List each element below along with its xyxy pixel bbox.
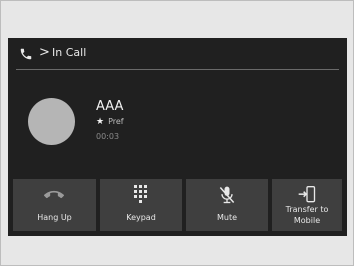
call-timer: 00:03	[96, 132, 120, 141]
hang-up-icon	[44, 190, 64, 199]
keypad-button[interactable]: Keypad	[100, 179, 182, 231]
transfer-to-mobile-label: Transfer to Mobile	[285, 205, 329, 225]
page-title: In Call	[52, 46, 87, 59]
call-screen: > In Call AAA ★ Pref 00:03 Hang Up Keypad	[8, 38, 347, 236]
header-bar: > In Call	[8, 38, 347, 69]
keypad-icon	[134, 185, 147, 203]
hang-up-label: Hang Up	[37, 213, 72, 222]
keypad-label: Keypad	[126, 213, 156, 222]
breadcrumb-chevron: >	[39, 45, 50, 60]
mute-icon	[219, 186, 235, 204]
pref-badge: ★ Pref	[96, 117, 124, 127]
star-icon: ★	[96, 117, 105, 127]
avatar	[28, 98, 75, 145]
transfer-icon	[298, 186, 316, 203]
mute-label: Mute	[216, 213, 238, 222]
mute-button[interactable]: Mute	[186, 179, 268, 231]
phone-icon	[20, 48, 32, 60]
device-frame: > In Call AAA ★ Pref 00:03 Hang Up Keypad	[0, 0, 354, 266]
transfer-to-mobile-button[interactable]: Transfer to Mobile	[272, 179, 342, 231]
hang-up-button[interactable]: Hang Up	[13, 179, 96, 231]
pref-label: Pref	[108, 117, 124, 126]
header-divider	[16, 69, 339, 70]
contact-name: AAA	[96, 99, 124, 114]
